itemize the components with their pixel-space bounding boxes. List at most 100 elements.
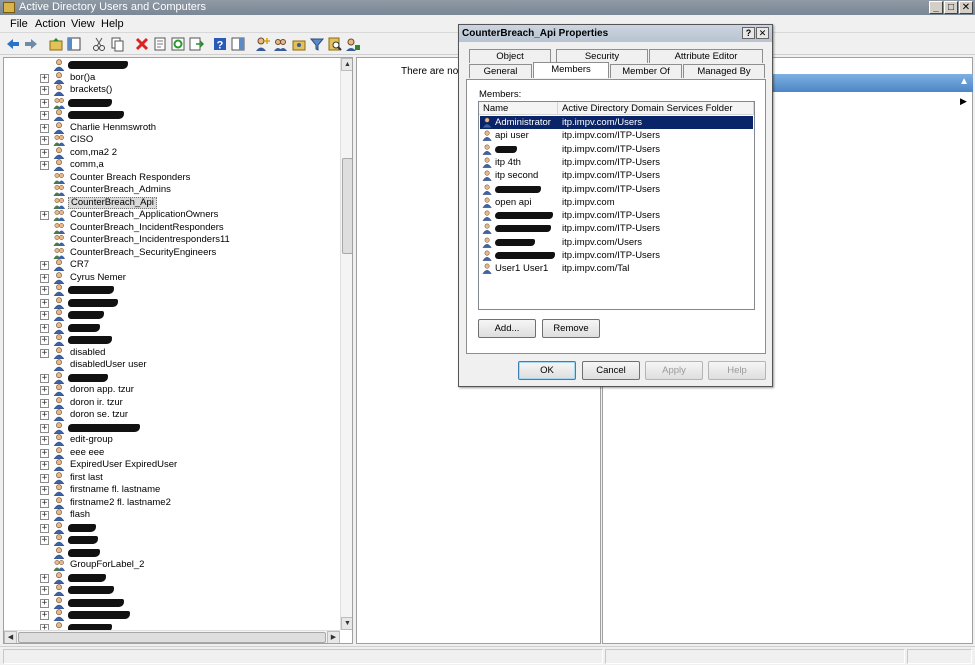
expand-plus-icon[interactable]: + — [40, 73, 49, 83]
expand-plus-icon[interactable]: + — [40, 348, 49, 358]
expand-plus-icon[interactable]: + — [40, 398, 49, 408]
apply-button[interactable]: Apply — [645, 361, 703, 380]
tree-item[interactable]: + — [4, 97, 340, 110]
add-member-button[interactable]: Add... — [478, 319, 536, 338]
tree-item[interactable]: + disabled — [4, 347, 340, 360]
tree-hscroll-thumb[interactable] — [18, 632, 326, 643]
window-title-bar[interactable]: Active Directory Users and Computers _ □… — [0, 0, 975, 15]
tree-scroll-thumb[interactable] — [342, 158, 352, 254]
remove-member-button[interactable]: Remove — [542, 319, 600, 338]
tree-item[interactable]: + firstname fl. lastname — [4, 484, 340, 497]
tree-item[interactable]: + — [4, 584, 340, 597]
column-folder[interactable]: Active Directory Domain Services Folder — [558, 102, 754, 115]
minimize-button[interactable]: _ — [929, 1, 943, 14]
tree-item[interactable] — [4, 546, 340, 560]
expand-plus-icon[interactable]: + — [40, 586, 49, 595]
new-ou-icon[interactable] — [291, 36, 307, 52]
tree-item[interactable]: + CISO — [4, 134, 340, 147]
tree-item[interactable]: + brackets() — [4, 84, 340, 97]
tree-item[interactable]: CounterBreach_SecurityEngineers — [4, 247, 340, 260]
scroll-up-arrow-icon[interactable]: ▲ — [341, 58, 352, 71]
properties-icon[interactable] — [152, 36, 168, 52]
forward-arrow-icon[interactable] — [23, 36, 39, 52]
tree-item[interactable]: + — [4, 421, 340, 435]
expand-plus-icon[interactable]: + — [40, 161, 49, 170]
tree-item[interactable]: + — [4, 521, 340, 535]
expand-plus-icon[interactable]: + — [40, 486, 49, 495]
cancel-button[interactable]: Cancel — [582, 361, 640, 380]
tree-item[interactable]: + doron se. tzur — [4, 409, 340, 422]
member-row[interactable]: open api itp.impv.com — [480, 196, 753, 209]
tree-item[interactable]: + — [4, 609, 340, 622]
tree-item[interactable]: + edit-group — [4, 434, 340, 447]
expand-plus-icon[interactable]: + — [40, 336, 49, 345]
expand-plus-icon[interactable]: + — [40, 323, 49, 333]
dialog-help-button[interactable]: ? — [742, 27, 755, 39]
new-user-icon[interactable] — [255, 36, 271, 52]
member-row[interactable]: itp.impv.com/ITP-Users — [480, 143, 753, 156]
tab-attribute-editor[interactable]: Attribute Editor — [649, 49, 763, 63]
expand-plus-icon[interactable]: + — [40, 411, 49, 420]
member-row[interactable]: Administrator itp.impv.com/Users — [480, 116, 753, 129]
tree-item[interactable]: + CounterBreach_ApplicationOwners — [4, 209, 340, 222]
tree-item[interactable]: + — [4, 571, 340, 585]
actions-section-header[interactable]: ▲ — [763, 74, 973, 92]
tree-item[interactable]: + Charlie Henmswroth — [4, 122, 340, 135]
member-row[interactable]: api user itp.impv.com/ITP-Users — [480, 129, 753, 142]
expand-plus-icon[interactable]: + — [40, 611, 49, 620]
expand-plus-icon[interactable]: + — [40, 423, 49, 433]
find-icon[interactable] — [327, 36, 343, 52]
expand-plus-icon[interactable]: + — [40, 136, 49, 145]
add-to-group-icon[interactable] — [345, 36, 361, 52]
tab-security[interactable]: Security — [556, 49, 648, 63]
tree-vertical-scrollbar[interactable]: ▲ ▼ — [340, 58, 352, 630]
expand-plus-icon[interactable]: + — [40, 386, 49, 395]
expand-plus-icon[interactable]: + — [40, 311, 49, 320]
tree-item[interactable]: + com,ma2 2 — [4, 147, 340, 160]
tab-managed-by[interactable]: Managed By — [683, 64, 765, 78]
member-row[interactable]: itp second itp.impv.com/ITP-Users — [480, 169, 753, 182]
expand-plus-icon[interactable]: + — [40, 261, 49, 270]
tree-item[interactable]: + doron app. tzur — [4, 384, 340, 397]
up-folder-icon[interactable] — [48, 36, 64, 52]
menu-action[interactable]: Action — [35, 18, 66, 30]
tree-item[interactable]: + — [4, 596, 340, 610]
help-button[interactable]: Help — [708, 361, 766, 380]
tree-item[interactable]: + — [4, 296, 340, 310]
maximize-button[interactable]: □ — [944, 1, 958, 14]
tree-item[interactable]: + eee eee — [4, 447, 340, 460]
tab-members[interactable]: Members — [533, 62, 609, 78]
expand-plus-icon[interactable]: + — [40, 436, 49, 445]
back-arrow-icon[interactable] — [5, 36, 21, 52]
tree-item[interactable]: disabledUser user — [4, 359, 340, 372]
expand-plus-icon[interactable]: + — [40, 498, 49, 508]
member-row[interactable]: User1 User1 itp.impv.com/Tal — [480, 262, 753, 275]
tree-item[interactable] — [4, 59, 340, 72]
expand-plus-icon[interactable]: + — [40, 273, 49, 283]
tree-item[interactable]: + — [4, 109, 340, 122]
tree-item[interactable]: + — [4, 371, 340, 385]
expand-plus-icon[interactable]: + — [40, 461, 49, 470]
menu-view[interactable]: View — [71, 18, 95, 30]
tree-item[interactable]: GroupForLabel_2 — [4, 559, 340, 572]
new-group-icon[interactable] — [273, 36, 289, 52]
tree-horizontal-scrollbar[interactable]: ◀ ▶ — [4, 630, 340, 643]
expand-plus-icon[interactable]: + — [40, 511, 49, 520]
expand-plus-icon[interactable]: + — [40, 448, 49, 458]
show-action-pane-icon[interactable] — [230, 36, 246, 52]
expand-plus-icon[interactable]: + — [40, 473, 49, 483]
member-row[interactable]: itp.impv.com/ITP-Users — [480, 209, 753, 222]
expand-plus-icon[interactable]: + — [40, 111, 49, 120]
export-list-icon[interactable] — [188, 36, 204, 52]
tree-item[interactable]: + bor()a — [4, 72, 340, 85]
expand-plus-icon[interactable]: + — [40, 123, 49, 133]
dialog-title-bar[interactable]: CounterBreach_Api Properties ? ✕ — [459, 25, 772, 42]
tab-general[interactable]: General — [469, 64, 532, 78]
expand-plus-icon[interactable]: + — [40, 98, 49, 108]
tree-item[interactable]: + CR7 — [4, 259, 340, 272]
tab-member-of[interactable]: Member Of — [610, 64, 682, 78]
tree-item[interactable]: + firstname2 fl. lastname2 — [4, 497, 340, 510]
filter-icon[interactable] — [309, 36, 325, 52]
dialog-close-button[interactable]: ✕ — [756, 27, 769, 39]
menu-file[interactable]: File — [10, 18, 28, 30]
